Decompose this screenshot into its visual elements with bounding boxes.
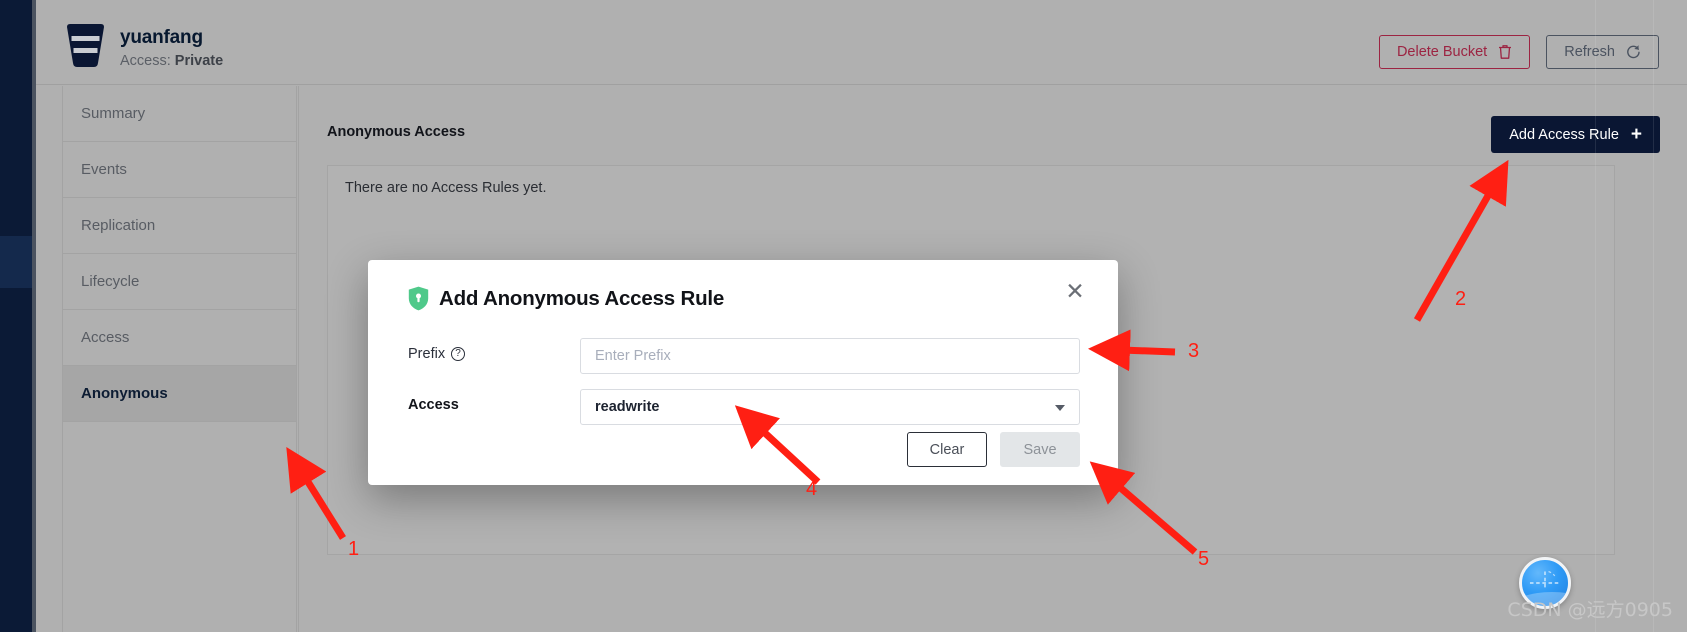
empty-state-message: There are no Access Rules yet. [345, 180, 547, 196]
bg-grid-line [1653, 0, 1654, 632]
save-button: Save [1000, 432, 1080, 467]
section-title: Anonymous Access [327, 124, 466, 140]
access-label: Access: [120, 53, 171, 69]
sidebar-item-summary[interactable]: Summary [63, 86, 296, 142]
page-title: yuanfang [120, 27, 203, 48]
access-label: Access [408, 397, 459, 413]
prefix-input[interactable] [580, 338, 1080, 374]
access-select-value: readwrite [595, 399, 660, 415]
sidebar-item-lifecycle[interactable]: Lifecycle [63, 254, 296, 310]
refresh-label: Refresh [1564, 44, 1615, 60]
dialog-actions: Clear Save [907, 432, 1080, 467]
watermark: CSDN @远方0905 [1507, 599, 1673, 621]
sidebar-item-access[interactable]: Access [63, 310, 296, 366]
refresh-icon [1627, 45, 1640, 59]
clear-button[interactable]: Clear [907, 432, 987, 467]
access-field-row: Access readwrite [368, 389, 1118, 425]
add-access-rule-label: Add Access Rule [1509, 126, 1619, 143]
bucket-header: yuanfang Access: Private Delete Bucket R… [36, 0, 1687, 85]
close-icon[interactable]: ✕ [1062, 278, 1088, 304]
sidebar-item-events[interactable]: Events [63, 142, 296, 198]
prefix-field-row: Prefix ? [368, 338, 1118, 374]
refresh-button[interactable]: Refresh [1546, 35, 1659, 69]
bucket-icon [67, 24, 104, 67]
sidebar-item-replication[interactable]: Replication [63, 198, 296, 254]
delete-bucket-label: Delete Bucket [1396, 44, 1488, 60]
access-value: Private [174, 53, 224, 69]
access-select[interactable]: readwrite [580, 389, 1080, 425]
annotation-number-3: 3 [1188, 340, 1200, 362]
annotation-number-2: 2 [1455, 288, 1467, 310]
annotation-number-5: 5 [1198, 548, 1210, 570]
left-nav-rail [0, 0, 32, 632]
sidebar-item-anonymous[interactable]: Anonymous [63, 366, 296, 422]
question-mark-icon[interactable]: ? [451, 347, 466, 361]
bucket-sidebar: Summary Events Replication Lifecycle Acc… [62, 86, 297, 632]
trash-icon [1499, 45, 1512, 59]
delete-bucket-button[interactable]: Delete Bucket [1378, 35, 1531, 69]
dialog-title: Add Anonymous Access Rule [439, 287, 725, 310]
header-actions: Delete Bucket Refresh [1378, 35, 1659, 69]
add-anonymous-access-rule-dialog: Add Anonymous Access Rule ✕ Prefix ? Acc… [368, 260, 1118, 485]
bg-grid-line [1595, 0, 1596, 632]
app-root: yuanfang Access: Private Delete Bucket R… [0, 0, 1687, 632]
prefix-label: Prefix [408, 346, 446, 362]
prefix-label-group: Prefix ? [408, 346, 466, 362]
annotation-number-1: 1 [348, 538, 360, 560]
annotation-number-4: 4 [806, 478, 818, 500]
bucket-access-line: Access: Private [120, 53, 223, 69]
shield-lock-icon [408, 286, 429, 311]
left-rail-active-marker [0, 236, 32, 288]
add-access-rule-button[interactable]: Add Access Rule + [1491, 116, 1660, 153]
plus-icon: + [1630, 124, 1642, 145]
chevron-down-icon [1055, 405, 1065, 411]
